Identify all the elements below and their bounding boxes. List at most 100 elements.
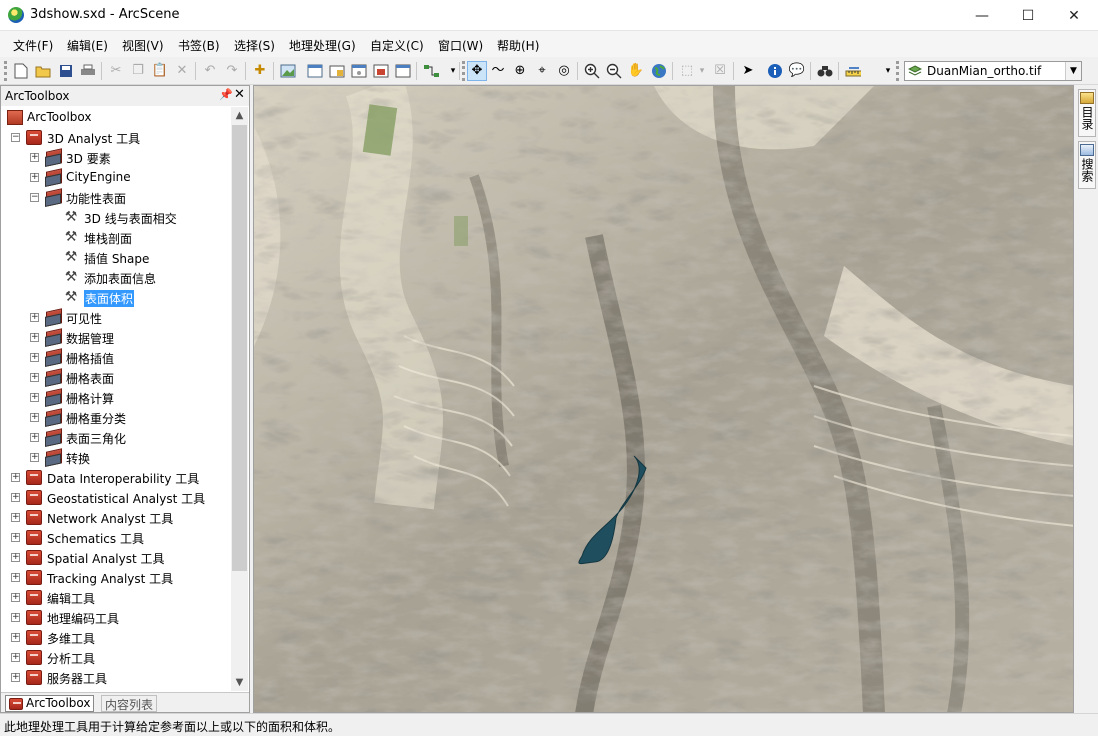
tree-item-add-surface-information[interactable]: ⚒ 添加表面信息 <box>63 268 228 288</box>
zoom-to-target-icon[interactable]: ⌖ <box>534 63 550 79</box>
expand-icon[interactable]: + <box>11 493 20 502</box>
zoom-in-icon[interactable] <box>584 63 600 79</box>
toolbar-grip-layer[interactable] <box>896 61 899 81</box>
expand-icon[interactable]: + <box>11 573 20 582</box>
paste-icon[interactable]: 📋 <box>152 63 168 79</box>
find-binoculars-icon[interactable] <box>817 63 833 79</box>
menu-window[interactable]: 窗口(W) <box>438 37 483 54</box>
expand-icon[interactable]: + <box>11 593 20 602</box>
scene-view[interactable] <box>253 85 1074 713</box>
menu-edit[interactable]: 编辑(E) <box>67 37 108 54</box>
expand-icon[interactable]: + <box>30 353 39 362</box>
menu-selection[interactable]: 选择(S) <box>234 37 275 54</box>
toolbar-overflow-chevron-icon[interactable]: ▾ <box>880 63 896 79</box>
tree-item-editing-tools[interactable]: + 编辑工具 <box>11 588 226 608</box>
expand-icon[interactable]: + <box>30 453 39 462</box>
tree-item-raster-interpolation[interactable]: + 栅格插值 <box>30 348 225 368</box>
expand-icon[interactable]: + <box>30 333 39 342</box>
tab-arctoolbox[interactable]: ArcToolbox <box>5 695 95 712</box>
tab-catalog[interactable]: 目录 <box>1078 89 1096 137</box>
arccatalog-icon[interactable] <box>329 63 345 79</box>
terrain-imagery[interactable] <box>254 86 1074 713</box>
select-dropdown-icon[interactable]: ▾ <box>694 63 710 79</box>
python-window-icon[interactable] <box>395 63 411 79</box>
tree-item-schematics[interactable]: + Schematics 工具 <box>11 528 226 548</box>
layer-select[interactable]: DuanMian_ortho.tif ▼ <box>904 61 1082 81</box>
tree-item-arctoolbox[interactable]: ArcToolbox <box>5 108 225 128</box>
panel-close-icon[interactable]: ✕ <box>234 87 245 102</box>
expand-icon[interactable]: + <box>11 613 20 622</box>
tree-item-geocoding-tools[interactable]: + 地理编码工具 <box>11 608 226 628</box>
toolbar-grip-tools[interactable] <box>462 61 465 81</box>
add-data-icon[interactable]: ✚ <box>252 63 268 79</box>
tree-item-interpolate-shape[interactable]: ⚒ 插值 Shape <box>63 248 228 268</box>
scroll-down-icon[interactable]: ▼ <box>231 674 248 691</box>
search-window-icon[interactable] <box>351 63 367 79</box>
collapse-icon[interactable]: − <box>30 193 39 202</box>
tree-item-visibility[interactable]: + 可见性 <box>30 308 225 328</box>
expand-icon[interactable]: + <box>11 533 20 542</box>
menu-geoprocessing[interactable]: 地理处理(G) <box>289 37 356 54</box>
menu-file[interactable]: 文件(F) <box>13 37 53 54</box>
scroll-up-icon[interactable]: ▲ <box>231 107 248 124</box>
tree-item-functional-surface[interactable]: − 功能性表面 <box>30 188 225 208</box>
tree-item-intersect-3d-line[interactable]: ⚒ 3D 线与表面相交 <box>63 208 228 228</box>
scrollbar-thumb[interactable] <box>232 125 247 571</box>
expand-icon[interactable]: + <box>30 153 39 162</box>
tree-item-data-management[interactable]: + 数据管理 <box>30 328 225 348</box>
arctoolbox-window-icon[interactable] <box>373 63 389 79</box>
print-icon[interactable] <box>80 63 96 79</box>
table-window-icon[interactable] <box>307 63 323 79</box>
tree-item-geostatistical-analyst[interactable]: + Geostatistical Analyst 工具 <box>11 488 226 508</box>
tree-item-triangulated-surface[interactable]: + 表面三角化 <box>30 428 225 448</box>
expand-icon[interactable]: + <box>30 173 39 182</box>
tree-scrollbar[interactable]: ▲ ▼ <box>231 107 248 691</box>
measure-tool-icon[interactable] <box>845 63 861 79</box>
expand-icon[interactable]: + <box>30 373 39 382</box>
tree-item-analysis-tools[interactable]: + 分析工具 <box>11 648 226 668</box>
tab-table-of-contents[interactable]: 内容列表 <box>101 695 158 712</box>
expand-icon[interactable]: + <box>11 473 20 482</box>
scene-properties-icon[interactable] <box>280 63 296 79</box>
redo-icon[interactable]: ↷ <box>224 63 240 79</box>
tree-item-conversion[interactable]: + 转换 <box>30 448 225 468</box>
toolbar-grip[interactable] <box>4 61 7 81</box>
pan-hand-icon[interactable]: ✋ <box>628 63 644 79</box>
tree-item-tracking-analyst[interactable]: + Tracking Analyst 工具 <box>11 568 226 588</box>
set-observer-icon[interactable]: ◎ <box>556 63 572 79</box>
collapse-icon[interactable]: − <box>11 133 20 142</box>
menu-help[interactable]: 帮助(H) <box>497 37 539 54</box>
tree-item-raster-surface[interactable]: + 栅格表面 <box>30 368 225 388</box>
tree-item-3d-analyst[interactable]: − 3D Analyst 工具 <box>11 128 226 148</box>
tree-item-network-analyst[interactable]: + Network Analyst 工具 <box>11 508 226 528</box>
expand-icon[interactable]: + <box>30 413 39 422</box>
open-folder-icon[interactable] <box>35 63 51 79</box>
tree-item-multidimension-tools[interactable]: + 多维工具 <box>11 628 226 648</box>
html-popup-icon[interactable]: 💬 <box>789 63 805 79</box>
pin-icon[interactable]: 📌 <box>219 88 233 101</box>
expand-icon[interactable]: + <box>11 673 20 682</box>
copy-icon[interactable]: ❐ <box>130 63 146 79</box>
menu-view[interactable]: 视图(V) <box>122 37 164 54</box>
expand-icon[interactable]: + <box>30 313 39 322</box>
tree-item-stack-profile[interactable]: ⚒ 堆栈剖面 <box>63 228 228 248</box>
chevron-down-icon[interactable]: ▼ <box>1065 62 1081 80</box>
expand-icon[interactable]: + <box>11 513 20 522</box>
undo-icon[interactable]: ↶ <box>202 63 218 79</box>
expand-icon[interactable]: + <box>11 633 20 642</box>
new-document-icon[interactable] <box>13 63 29 79</box>
target-center-icon[interactable]: ⊕ <box>512 63 528 79</box>
fly-tool-icon[interactable]: 〜 <box>490 63 506 79</box>
select-elements-arrow-icon[interactable]: ➤ <box>740 63 756 79</box>
delete-icon[interactable]: ✕ <box>174 63 190 79</box>
tree-item-surface-volume[interactable]: ⚒ 表面体积 <box>63 288 228 308</box>
navigate-tool-icon[interactable]: ✥ <box>467 61 487 81</box>
tree-item-cityengine[interactable]: + CityEngine <box>30 168 225 188</box>
select-features-icon[interactable]: ⬚ <box>679 63 695 79</box>
full-extent-globe-icon[interactable] <box>651 63 667 79</box>
tree-item-3d-features[interactable]: + 3D 要素 <box>30 148 225 168</box>
modelbuilder-icon[interactable] <box>423 63 439 79</box>
expand-icon[interactable]: + <box>11 553 20 562</box>
expand-icon[interactable]: + <box>30 393 39 402</box>
menu-customize[interactable]: 自定义(C) <box>370 37 424 54</box>
